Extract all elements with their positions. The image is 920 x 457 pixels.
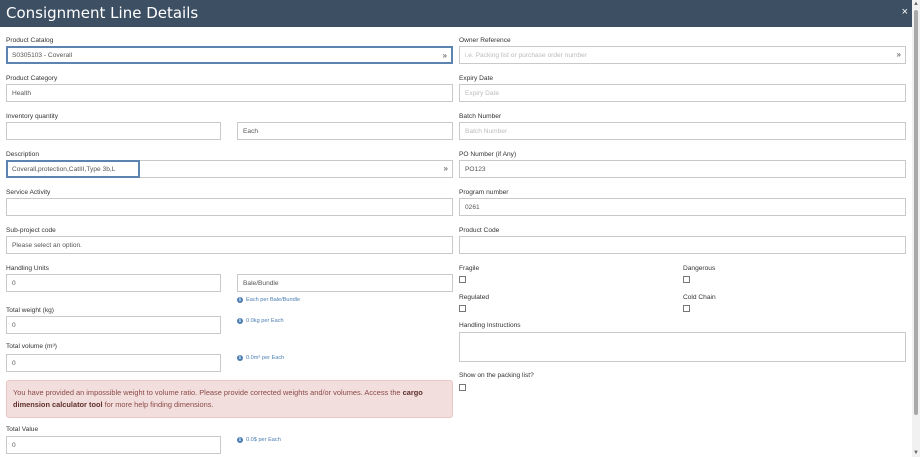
total-weight-label: Total weight (kg) xyxy=(6,307,55,314)
owner-reference-select[interactable]: i.e. Packing list or purchase order numb… xyxy=(459,46,906,64)
double-chevron-down-icon: » xyxy=(896,50,901,59)
handling-units-unit-field[interactable]: Bale/Bundle xyxy=(237,274,453,292)
alert-text-before: You have provided an impossible weight t… xyxy=(13,388,403,397)
program-number-value: 0261 xyxy=(465,204,480,211)
total-value-value: 0 xyxy=(12,442,16,449)
fragile-checkbox[interactable] xyxy=(459,276,466,283)
scroll-up-icon[interactable]: ▲ xyxy=(913,1,919,7)
expiry-date-label: Expiry Date xyxy=(459,75,494,82)
product-catalog-label: Product Catalog xyxy=(6,37,54,44)
inventory-unit-field: Each xyxy=(237,122,453,140)
product-category-value: Health xyxy=(12,90,32,97)
product-catalog-value: S0305103 - Coverall xyxy=(12,52,73,59)
expiry-date-input[interactable]: Expiry Date xyxy=(459,84,906,102)
scrollbar[interactable]: ▲ ▼ xyxy=(912,0,920,457)
owner-reference-label: Owner Reference xyxy=(459,37,511,44)
regulated-checkbox[interactable] xyxy=(459,305,466,312)
total-volume-label: Total volume (m³) xyxy=(6,343,57,350)
total-value-input[interactable]: 0 xyxy=(6,436,221,454)
description-highlight xyxy=(6,160,140,178)
handling-instructions-textarea[interactable] xyxy=(459,332,906,362)
total-value-note: i 0.0$ per Each xyxy=(237,437,281,443)
show-on-packing-list-checkbox[interactable] xyxy=(459,384,466,391)
handling-units-note: i Each per Bale/Bundle xyxy=(237,297,300,303)
owner-reference-placeholder: i.e. Packing list or purchase order numb… xyxy=(465,52,588,59)
inventory-quantity-input[interactable] xyxy=(6,122,221,140)
dangerous-checkbox[interactable] xyxy=(683,276,690,283)
regulated-label: Regulated xyxy=(459,294,490,301)
service-activity-label: Service Activity xyxy=(6,189,51,196)
batch-number-label: Batch Number xyxy=(459,113,502,120)
cold-chain-label: Cold Chain xyxy=(683,294,716,301)
total-weight-value: 0 xyxy=(12,322,16,329)
info-circle-icon: i xyxy=(237,437,243,443)
total-value-label: Total Value xyxy=(6,426,39,433)
batch-number-input[interactable]: Batch Number xyxy=(459,122,906,140)
po-number-value: PO123 xyxy=(465,166,486,173)
total-volume-value: 0 xyxy=(12,360,16,367)
program-number-input[interactable]: 0261 xyxy=(459,198,906,216)
batch-number-placeholder: Batch Number xyxy=(465,128,508,135)
handling-instructions-label: Handling Instructions xyxy=(459,322,521,329)
double-chevron-down-icon: » xyxy=(443,164,448,173)
po-number-label: PO Number (if Any) xyxy=(459,151,517,158)
info-circle-icon: i xyxy=(237,297,243,303)
scrollbar-thumb[interactable] xyxy=(914,10,918,415)
close-icon[interactable]: × xyxy=(902,6,908,18)
total-volume-input[interactable]: 0 xyxy=(6,354,221,372)
fragile-label: Fragile xyxy=(459,265,480,272)
handling-units-value: 0 xyxy=(12,280,16,287)
description-label: Description xyxy=(6,151,39,158)
inventory-quantity-label: Inventory quantity xyxy=(6,113,59,120)
total-weight-note: i 0.0kg per Each xyxy=(237,318,284,324)
program-number-label: Program number xyxy=(459,189,509,196)
info-circle-icon: i xyxy=(237,355,243,361)
inventory-unit-value: Each xyxy=(243,128,259,135)
weight-volume-alert: You have provided an impossible weight t… xyxy=(6,380,453,418)
service-activity-input[interactable] xyxy=(6,198,453,216)
total-weight-input[interactable]: 0 xyxy=(6,316,221,334)
product-category-label: Product Category xyxy=(6,75,58,82)
sub-project-code-select[interactable]: Please select an option. xyxy=(6,236,453,254)
scroll-down-icon[interactable]: ▼ xyxy=(913,450,919,456)
handling-units-input[interactable]: 0 xyxy=(6,274,221,292)
alert-text-after: for more help finding dimensions. xyxy=(102,400,214,409)
product-code-input[interactable] xyxy=(459,236,906,254)
product-code-label: Product Code xyxy=(459,227,500,234)
sub-project-code-label: Sub-project code xyxy=(6,227,56,234)
show-on-packing-list-label: Show on the packing list? xyxy=(459,372,534,379)
dangerous-label: Dangerous xyxy=(683,265,716,272)
handling-units-label: Handling Units xyxy=(6,265,49,272)
po-number-input[interactable]: PO123 xyxy=(459,160,906,178)
double-chevron-down-icon: » xyxy=(442,51,447,60)
modal-header: Consignment Line Details × xyxy=(0,0,912,27)
handling-units-unit-value: Bale/Bundle xyxy=(243,280,279,287)
cold-chain-checkbox[interactable] xyxy=(683,305,690,312)
info-circle-icon: i xyxy=(237,318,243,324)
product-catalog-select[interactable]: S0305103 - Coverall » xyxy=(6,46,453,64)
total-volume-note: i 0.0m³ per Each xyxy=(237,355,284,361)
sub-project-code-value: Please select an option. xyxy=(12,242,83,249)
modal-title: Consignment Line Details xyxy=(6,4,199,22)
product-category-field[interactable]: Health xyxy=(6,84,453,102)
expiry-date-placeholder: Expiry Date xyxy=(465,90,500,97)
